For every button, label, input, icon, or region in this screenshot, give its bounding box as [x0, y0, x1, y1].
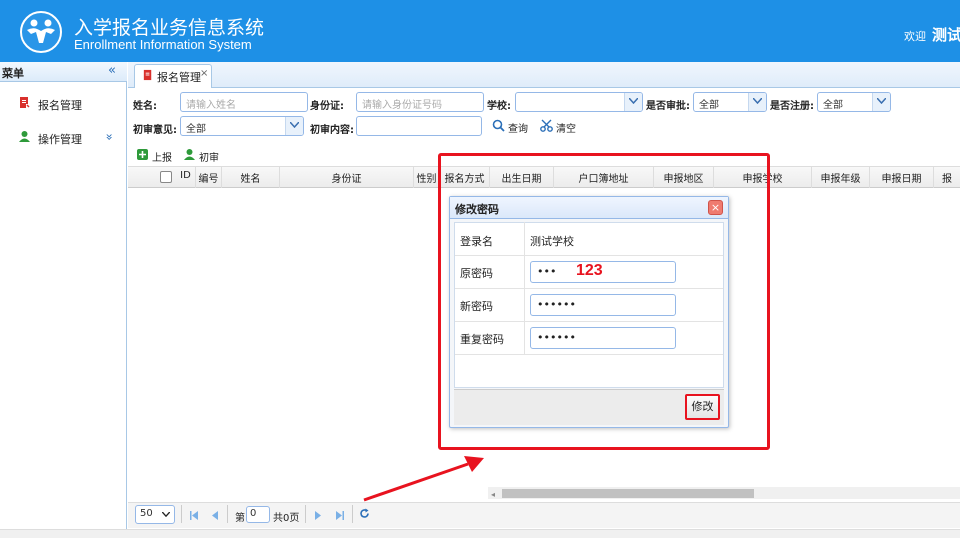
repeat-password-label: 重复密码 — [460, 333, 504, 346]
page-prefix: 第 — [235, 513, 245, 524]
next-page-icon[interactable] — [315, 510, 321, 523]
document-icon — [18, 96, 31, 109]
divider — [455, 255, 723, 256]
id-card-input[interactable]: 请输入身份证号码 — [356, 92, 484, 112]
page-size-select[interactable]: 50 — [135, 505, 175, 524]
logo-figures-icon — [27, 19, 55, 43]
select-all-checkbox[interactable] — [160, 171, 172, 183]
id-card-label: 身份证: — [310, 101, 344, 112]
divider — [455, 354, 723, 355]
column-header[interactable]: 报 — [934, 166, 960, 188]
user-icon — [183, 148, 196, 164]
sidebar-item-operations[interactable]: 操作管理 » — [0, 125, 127, 149]
refresh-icon[interactable] — [359, 508, 370, 522]
add-icon — [137, 149, 148, 163]
search-button[interactable]: 查询 — [508, 120, 528, 135]
registered-select[interactable]: 全部 — [817, 92, 891, 112]
column-header[interactable]: ID — [176, 166, 196, 188]
annotation-note: 123 — [576, 262, 603, 279]
divider — [352, 505, 353, 523]
approved-select-value: 全部 — [699, 100, 719, 111]
scroll-left-icon[interactable]: ◂ — [491, 490, 495, 499]
login-name-label: 登录名 — [460, 235, 493, 248]
clear-scissors-icon — [540, 119, 553, 135]
close-icon[interactable]: × — [708, 200, 723, 215]
first-opinion-select[interactable]: 全部 — [180, 116, 304, 136]
scrollbar-thumb[interactable] — [502, 489, 754, 498]
first-opinion-select-value: 全部 — [186, 124, 206, 135]
approved-select[interactable]: 全部 — [693, 92, 767, 112]
registered-label: 是否注册: — [770, 101, 814, 112]
new-password-label: 新密码 — [460, 300, 493, 313]
column-header[interactable]: 身份证 — [280, 166, 414, 188]
tab-close-icon[interactable]: × — [200, 68, 208, 79]
chevron-down-icon[interactable] — [872, 93, 890, 111]
prev-page-icon[interactable] — [212, 510, 218, 523]
approved-label: 是否审批: — [646, 101, 690, 112]
first-content-input[interactable] — [356, 116, 482, 136]
school-select[interactable] — [515, 92, 643, 112]
first-content-label: 初审内容: — [310, 125, 354, 136]
chevron-down-icon[interactable] — [624, 93, 642, 111]
modify-button[interactable]: 修改 — [685, 394, 720, 420]
school-label: 学校: — [487, 101, 511, 112]
tab-bar — [128, 62, 960, 88]
app-logo — [20, 11, 62, 53]
page-number-input[interactable]: 0 — [246, 506, 270, 523]
app-subtitle: Enrollment Information System — [74, 37, 252, 52]
first-page-icon[interactable] — [190, 510, 198, 523]
collapse-sidebar-icon[interactable]: « — [108, 63, 116, 78]
chevron-down-icon[interactable] — [285, 117, 303, 135]
tab-label: 报名管理 — [157, 71, 201, 84]
repeat-password-input[interactable]: •••••• — [530, 327, 676, 349]
current-user[interactable]: 测试 — [932, 24, 960, 45]
registered-select-value: 全部 — [823, 100, 843, 111]
user-icon — [18, 130, 31, 143]
page-size-value: 50 — [140, 508, 153, 519]
old-password-label: 原密码 — [460, 267, 493, 280]
divider — [455, 288, 723, 289]
dialog-title: 修改密码 — [455, 203, 499, 216]
divider — [305, 505, 306, 523]
page-footer — [0, 529, 960, 538]
document-icon — [142, 69, 154, 84]
chevron-down-icon[interactable] — [748, 93, 766, 111]
new-password-input[interactable]: •••••• — [530, 294, 676, 316]
sidebar-title: 菜单 — [2, 67, 24, 80]
page-total: 共0页 — [273, 513, 300, 524]
divider — [524, 222, 525, 354]
dialog-footer — [454, 389, 724, 425]
expand-chevron-icon[interactable]: » — [103, 133, 117, 140]
sidebar-item-enrollment[interactable]: 报名管理 — [0, 91, 127, 115]
column-header[interactable]: 编号 — [196, 166, 222, 188]
sidebar-item-label: 操作管理 — [38, 133, 82, 146]
login-name-value: 测试学校 — [530, 235, 574, 248]
chevron-down-icon — [162, 512, 170, 517]
name-label: 姓名: — [133, 101, 157, 112]
first-review-button[interactable]: 初审 — [199, 149, 219, 164]
clear-button[interactable]: 清空 — [556, 120, 576, 135]
old-password-input[interactable]: ••• — [530, 261, 676, 283]
app-title: 入学报名业务信息系统 — [74, 17, 265, 39]
divider — [181, 505, 182, 523]
divider — [455, 321, 723, 322]
column-header[interactable]: 申报日期 — [870, 166, 934, 188]
report-button[interactable]: 上报 — [152, 149, 172, 164]
first-opinion-label: 初审意见: — [133, 125, 177, 136]
column-header[interactable]: 申报年级 — [812, 166, 870, 188]
column-header[interactable]: 姓名 — [222, 166, 280, 188]
sidebar-item-label: 报名管理 — [38, 99, 82, 112]
column-header[interactable]: 性别 — [414, 166, 440, 188]
search-icon — [492, 119, 505, 135]
divider — [227, 505, 228, 523]
last-page-icon[interactable] — [336, 510, 344, 523]
welcome-text: 欢迎 — [904, 30, 926, 43]
annotation-arrow-icon — [363, 456, 484, 502]
name-input[interactable]: 请输入姓名 — [180, 92, 308, 112]
